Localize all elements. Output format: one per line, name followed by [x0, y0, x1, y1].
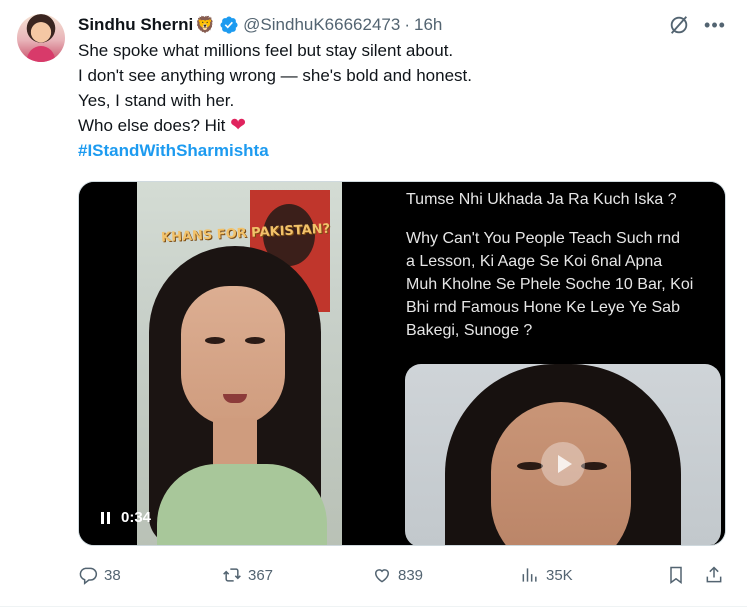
like-count: 839: [398, 566, 424, 584]
tweet-text-line: Yes, I stand with her.: [78, 91, 235, 110]
tweet-text-line-with-heart: Who else does? Hit ❤: [78, 113, 728, 138]
tweet[interactable]: Sindhu Sherni 🦁 @SindhuK66662473 · 16h •…: [0, 0, 747, 607]
video-controls: 0:34: [99, 509, 151, 526]
hashtag-link[interactable]: #IStandWithSharmishta: [78, 138, 728, 163]
tweet-text-line: I don't see anything wrong — she's bold …: [78, 66, 472, 85]
media-image[interactable]: Tumse Nhi Ukhada Ja Ra Kuch Iska ? Why C…: [403, 182, 725, 545]
lion-emoji: 🦁: [195, 17, 216, 34]
tweet-text-line: Who else does? Hit: [78, 116, 226, 135]
image-text-line: Tumse Nhi Ukhada Ja Ra Kuch Iska ?: [406, 191, 677, 208]
tweet-text-line: She spoke what millions feel but stay si…: [78, 41, 454, 60]
image-text-line: Bakegi, Sunoge ?: [406, 322, 533, 339]
repost-count: 367: [248, 566, 274, 584]
video-duration: 0:34: [121, 509, 152, 526]
separator-dot: ·: [404, 15, 410, 34]
image-text-line: Why Can't You People Teach Such rnd: [406, 230, 681, 247]
repost-icon: [223, 568, 241, 582]
tweet-text: She spoke what millions feel but stay si…: [78, 38, 728, 163]
video-frame: KHANS FOR PAKISTAN?: [137, 182, 342, 545]
more-icon[interactable]: •••: [702, 12, 728, 38]
image-text-line: a Lesson, Ki Aage Se Koi 6nal Apna: [406, 253, 663, 270]
author-handle[interactable]: @SindhuK66662473: [243, 15, 400, 35]
video-player[interactable]: KHANS FOR PAKISTAN? 0:34: [79, 182, 400, 545]
play-icon[interactable]: [541, 442, 585, 486]
bookmark-icon: [670, 566, 682, 584]
reply-icon: [79, 567, 98, 585]
tweet-header: Sindhu Sherni 🦁 @SindhuK66662473 · 16h: [78, 14, 442, 36]
like-button[interactable]: 839: [372, 562, 423, 588]
share-button[interactable]: [704, 562, 724, 588]
views-count: 35K: [546, 566, 573, 584]
image-text: Tumse Nhi Ukhada Ja Ra Kuch Iska ? Why C…: [406, 188, 724, 342]
image-text-line: Bhi rnd Famous Hone Ke Leye Ye Sab: [406, 299, 680, 316]
action-bar: 38 367 839 35K: [78, 562, 732, 588]
embedded-photo: [405, 364, 721, 545]
heart-emoji: ❤: [230, 115, 247, 136]
grok-icon[interactable]: [668, 14, 690, 36]
image-text-line: Muh Kholne Se Phele Soche 10 Bar, Koi: [406, 276, 694, 293]
reply-button[interactable]: 38: [78, 562, 121, 588]
views-button[interactable]: 35K: [520, 562, 573, 588]
bookmark-button[interactable]: [666, 562, 686, 588]
views-icon: [522, 568, 537, 582]
timestamp[interactable]: 16h: [414, 15, 442, 35]
repost-button[interactable]: 367: [222, 562, 273, 588]
share-icon: [706, 566, 722, 583]
reply-count: 38: [104, 566, 121, 584]
verified-badge-icon: [220, 16, 238, 34]
pause-icon[interactable]: [99, 511, 113, 525]
author-name[interactable]: Sindhu Sherni: [78, 15, 193, 35]
avatar[interactable]: [17, 14, 65, 62]
like-icon: [374, 569, 390, 583]
media-grid: KHANS FOR PAKISTAN? 0:34 Tumse Nhi Ukhad…: [78, 181, 726, 546]
